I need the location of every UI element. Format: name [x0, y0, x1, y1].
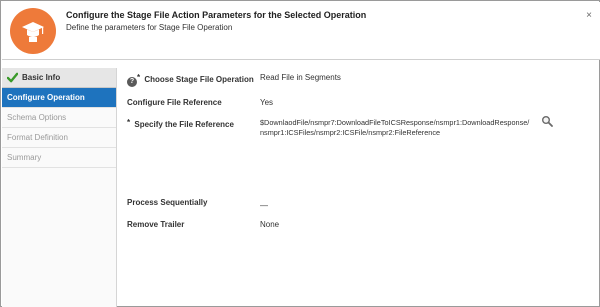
help-icon[interactable]: ? — [127, 77, 137, 87]
sidebar-item-label: Summary — [7, 153, 42, 162]
dialog-title: Configure the Stage File Action Paramete… — [66, 10, 367, 20]
configure-reference-value[interactable]: Yes — [260, 98, 273, 107]
file-reference-field[interactable]: $DownlaodFile/nsmpr7:DownloadFileToICSRe… — [260, 118, 530, 138]
sidebar-item-schema-options[interactable]: Schema Options — [2, 108, 116, 128]
sidebar-item-label: Format Definition — [7, 133, 68, 142]
choose-operation-label: ? * Choose Stage File Operation — [127, 73, 254, 87]
required-marker: * — [127, 118, 131, 127]
choose-operation-select[interactable]: Read File in Segments — [260, 73, 341, 82]
dialog-frame: Configure the Stage File Action Paramete… — [0, 0, 600, 307]
dialog-subtitle: Define the parameters for Stage File Ope… — [66, 23, 233, 32]
dialog-header: Configure the Stage File Action Paramete… — [2, 2, 600, 60]
wizard-sidebar: Basic Info Configure Operation Schema Op… — [2, 68, 117, 307]
sidebar-item-summary[interactable]: Summary — [2, 148, 116, 168]
specify-reference-label-text: Specify the File Reference — [134, 120, 234, 129]
remove-trailer-value[interactable]: None — [260, 220, 279, 229]
sidebar-item-label: Schema Options — [7, 113, 67, 122]
checkmark-icon — [7, 72, 18, 83]
close-icon[interactable]: × — [586, 10, 592, 21]
sidebar-item-label: Basic Info — [22, 73, 61, 82]
graduation-cap-icon — [10, 8, 56, 54]
specify-reference-label: * Specify the File Reference — [127, 118, 234, 129]
remove-trailer-label: Remove Trailer — [127, 220, 185, 229]
form-panel: ? * Choose Stage File Operation Read File… — [123, 68, 599, 307]
process-sequentially-label: Process Sequentially — [127, 198, 208, 207]
sidebar-item-basic-info[interactable]: Basic Info — [2, 68, 116, 88]
process-sequentially-value[interactable]: — — [260, 201, 268, 210]
sidebar-item-label: Configure Operation — [7, 93, 85, 102]
sidebar-item-format-definition[interactable]: Format Definition — [2, 128, 116, 148]
choose-operation-label-text: Choose Stage File Operation — [144, 75, 254, 84]
search-icon[interactable] — [541, 115, 553, 127]
configure-reference-label: Configure File Reference — [127, 98, 222, 107]
required-marker: * — [137, 73, 141, 82]
sidebar-item-configure-operation[interactable]: Configure Operation — [2, 88, 116, 108]
